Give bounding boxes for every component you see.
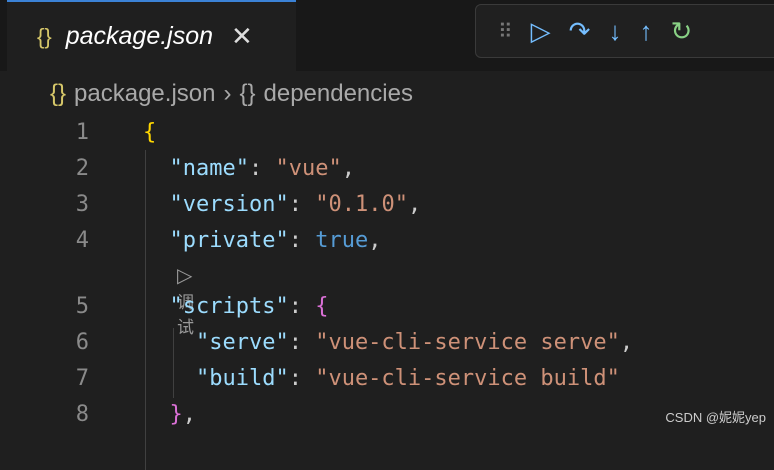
code-line: "version": "0.1.0", xyxy=(169,192,422,217)
line-number: 1 xyxy=(75,120,89,145)
step-into-icon[interactable]: ↓ xyxy=(608,16,621,47)
debug-toolbar: ⠿ ▷ ↷ ↓ ↑ ↻ xyxy=(475,4,774,58)
play-icon: ▷ xyxy=(177,265,193,287)
step-out-icon[interactable]: ↑ xyxy=(639,16,652,47)
close-icon[interactable]: ✕ xyxy=(231,21,253,52)
line-number: 8 xyxy=(75,402,89,427)
breadcrumb-node[interactable]: dependencies xyxy=(264,80,413,108)
code-line: "serve": "vue-cli-service serve", xyxy=(195,330,634,355)
step-over-icon[interactable]: ↷ xyxy=(569,16,591,47)
restart-icon[interactable]: ↻ xyxy=(670,16,692,47)
breadcrumb-file[interactable]: package.json xyxy=(74,80,215,108)
breadcrumb: {} package.json › {} dependencies xyxy=(50,80,413,108)
line-number: 4 xyxy=(75,228,89,253)
tab-bar: {} package.json ✕ ⠿ ▷ ↷ ↓ ↑ ↻ xyxy=(0,0,774,71)
chevron-right-icon: › xyxy=(223,80,232,107)
code-line: "build": "vue-cli-service build" xyxy=(195,366,620,391)
tab-package-json[interactable]: {} package.json ✕ xyxy=(7,0,296,71)
continue-icon[interactable]: ▷ xyxy=(531,16,551,47)
tab-label: package.json xyxy=(65,22,214,50)
line-number: 2 xyxy=(75,156,89,181)
watermark: CSDN @妮妮yep xyxy=(665,410,766,425)
code-line: "private": true, xyxy=(169,228,382,253)
object-icon: {} xyxy=(239,80,256,107)
line-number: 3 xyxy=(75,192,89,217)
code-line: { xyxy=(143,120,157,145)
line-number: 6 xyxy=(75,330,89,355)
json-file-icon: {} xyxy=(50,80,67,107)
json-file-icon: {} xyxy=(37,23,52,49)
line-number: 5 xyxy=(75,294,89,319)
code-line: "scripts": { xyxy=(169,294,329,319)
line-number: 7 xyxy=(75,366,89,391)
code-line: "name": "vue", xyxy=(169,156,355,181)
drag-handle-icon[interactable]: ⠿ xyxy=(498,19,513,44)
code-line: }, xyxy=(169,402,197,427)
